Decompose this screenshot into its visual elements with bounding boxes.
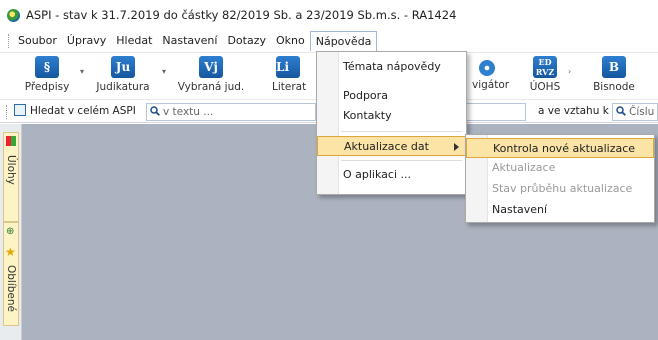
help-menu-dropdown: Témata nápovědy Podpora Kontakty Aktuali…: [316, 51, 467, 195]
menu-item-data-update-label: Aktualizace dat: [344, 140, 429, 153]
text-search-input[interactable]: v textu ...: [146, 103, 316, 121]
bisnode-label: Bisnode: [593, 81, 635, 93]
menu-nastaveni[interactable]: Nastavení: [157, 31, 222, 51]
uohs-label: ÚOHS: [529, 81, 561, 93]
menu-item-settings[interactable]: Nastavení: [466, 200, 654, 220]
menu-dotazy[interactable]: Dotazy: [222, 31, 271, 51]
predpisy-label: Předpisy: [24, 81, 70, 93]
menu-upravy[interactable]: Úpravy: [62, 31, 111, 51]
title-bar: ASPI - stav k 31.7.2019 do částky 82/201…: [0, 0, 658, 30]
menu-item-contacts[interactable]: Kontakty: [317, 106, 466, 126]
search-icon: [616, 106, 626, 116]
menubar-grip[interactable]: [8, 34, 11, 48]
vybrana-jud-button[interactable]: Vj Vybraná jud.: [175, 56, 247, 93]
submenu-arrow-icon: [454, 143, 459, 151]
uohs-button[interactable]: ED RVZ ÚOHS: [527, 56, 563, 93]
update-submenu: Kontrola nové aktualizace Aktualizace St…: [465, 134, 655, 223]
searchbar-grip[interactable]: [6, 104, 9, 119]
menu-soubor[interactable]: Soubor: [13, 31, 62, 51]
relation-field[interactable]: [466, 103, 526, 121]
bisnode-icon: B: [602, 56, 626, 78]
relation-label: a ve vztahu k: [538, 105, 609, 117]
bisnode-button[interactable]: B Bisnode: [590, 56, 638, 93]
menu-item-update-progress: Stav průběhu aktualizace: [492, 182, 633, 195]
menu-bar: Soubor Úpravy Hledat Nastavení Dotazy Ok…: [0, 30, 658, 52]
menu-item-update: Aktualizace: [492, 161, 556, 174]
menu-separator: [341, 160, 462, 161]
tab-tasks[interactable]: Úlohy: [3, 132, 19, 222]
star-icon: ★: [5, 245, 16, 259]
chevron-right-icon[interactable]: ›: [568, 67, 571, 76]
menu-item-data-update[interactable]: Aktualizace dat: [317, 136, 466, 156]
tab-favorites-label: Oblíbené: [5, 265, 17, 313]
number-search-placeholder: Číslu: [629, 106, 655, 118]
tab-tasks-label: Úlohy: [5, 155, 17, 185]
number-search-input[interactable]: Číslu: [612, 103, 658, 121]
uohs-ed-rvz-icon: ED RVZ: [533, 56, 557, 78]
menu-item-check-update[interactable]: Kontrola nové aktualizace: [466, 138, 654, 158]
search-scope-label[interactable]: Hledat v celém ASPI: [30, 105, 136, 117]
menu-napoveda[interactable]: Nápověda: [309, 31, 378, 51]
literatura-button[interactable]: Li Literat: [260, 56, 320, 93]
back-arrow-icon: ⊕: [6, 226, 15, 237]
literatura-icon: Li: [276, 56, 300, 78]
judikatura-button[interactable]: Ju Judikatura: [92, 56, 154, 93]
menu-separator: [341, 131, 462, 132]
menu-hledat[interactable]: Hledat: [111, 31, 157, 51]
vybrana-jud-label: Vybraná jud.: [177, 81, 245, 93]
chevron-down-icon[interactable]: ▾: [80, 67, 84, 76]
chevron-down-icon[interactable]: ▾: [162, 67, 166, 76]
menu-item-about[interactable]: O aplikaci ...: [317, 165, 466, 185]
window-title: ASPI - stav k 31.7.2019 do částky 82/201…: [26, 8, 457, 22]
literatura-label: Literat: [272, 81, 307, 93]
vybrana-jud-icon: Vj: [199, 56, 223, 78]
navigator-icon: [479, 60, 495, 76]
navigator-button[interactable]: vigátor: [472, 56, 510, 91]
tasks-icon: [6, 136, 16, 146]
tab-favorites[interactable]: ⊕ ★ Oblíbené: [3, 222, 19, 326]
judikatura-label: Judikatura: [96, 81, 150, 93]
search-icon: [150, 106, 160, 116]
text-search-placeholder: v textu ...: [163, 106, 214, 118]
menu-okno[interactable]: Okno: [271, 31, 310, 51]
menu-item-support[interactable]: Podpora: [317, 86, 466, 106]
navigator-label: vigátor: [472, 79, 510, 91]
predpisy-button[interactable]: § Předpisy: [22, 56, 72, 93]
menu-item-help-topics[interactable]: Témata nápovědy: [317, 57, 466, 77]
paragraph-icon: §: [35, 56, 59, 78]
judikatura-icon: Ju: [111, 56, 135, 78]
search-scope-icon[interactable]: [14, 104, 26, 116]
left-sidebar: Úlohy ⊕ ★ Oblíbené: [0, 124, 22, 340]
aspi-logo-icon: [7, 8, 20, 22]
